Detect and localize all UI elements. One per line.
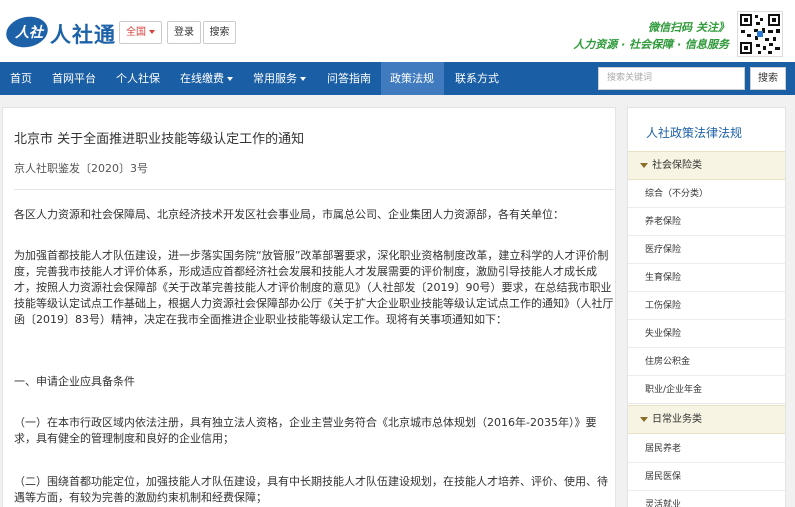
region-selector[interactable]: 全国 [119, 21, 162, 44]
sidebar-item-medical[interactable]: 医疗保险 [628, 236, 785, 264]
caret-down-icon [640, 163, 648, 168]
nav-label: 联系方式 [455, 72, 499, 85]
nav-label: 个人社保 [116, 72, 160, 85]
sidebar-title: 人社政策法律法规 [646, 126, 743, 140]
article-paragraph: 各区人力资源和社会保障局、北京经济技术开发区社会事业局，市属总公司、企业集团人力… [14, 208, 564, 221]
service-slogan: 人力资源 · 社会保障 · 信息服务 [573, 38, 729, 51]
article-paragraph: 为加强首都技能人才队伍建设，进一步落实国务院“放管服”改革部署要求，深化职业资格… [14, 249, 614, 326]
nav-label: 政策法规 [390, 72, 434, 85]
category-label: 日常业务类 [652, 414, 702, 425]
nav-item-qa-guide[interactable]: 问答指南 [327, 62, 371, 95]
sidebar-category-social-insurance[interactable]: 社会保险类 [628, 151, 785, 180]
site-logo[interactable]: 人社 人社通 [3, 12, 118, 52]
wechat-slogan: 微信扫码 关注》 [648, 21, 729, 34]
nav-item-personal-insurance[interactable]: 个人社保 [116, 62, 160, 95]
document-number: 京人社职鉴发〔2020〕3号 [14, 162, 148, 175]
policy-sidebar: 人社政策法律法规 社会保险类 综合（不分类） 养老保险 医疗保险 生育保险 工伤… [627, 107, 786, 507]
nav-label: 问答指南 [327, 72, 371, 85]
nav-item-common-services[interactable]: 常用服务 [253, 62, 306, 95]
sidebar-item-resident-medical[interactable]: 居民医保 [628, 463, 785, 491]
search-input[interactable]: 搜索关键词 [598, 67, 745, 90]
site-header: 人社 人社通 全国 登录 搜索 微信扫码 关注》 人力资源 · 社会保障 · 信… [0, 0, 795, 62]
nav-item-platform[interactable]: 首网平台 [52, 62, 96, 95]
qr-code-icon [737, 11, 783, 57]
article-title: 北京市 关于全面推进职业技能等级认定工作的通知 [14, 132, 305, 147]
sidebar-item-general[interactable]: 综合（不分类） [628, 180, 785, 208]
login-button[interactable]: 登录 [167, 21, 201, 44]
nav-label: 常用服务 [253, 72, 297, 85]
chevron-down-icon [300, 77, 306, 81]
nav-item-policies[interactable]: 政策法规 [381, 62, 444, 95]
nav-item-contact[interactable]: 联系方式 [455, 62, 499, 95]
qr-code-graphic [740, 14, 780, 54]
sidebar-item-annuity[interactable]: 职业/企业年金 [628, 376, 785, 404]
sidebar-item-injury[interactable]: 工伤保险 [628, 292, 785, 320]
sidebar-item-maternity[interactable]: 生育保险 [628, 264, 785, 292]
sidebar-item-flexible-employment[interactable]: 灵活就业 [628, 491, 785, 507]
sidebar-item-pension[interactable]: 养老保险 [628, 208, 785, 236]
sidebar-item-resident-pension[interactable]: 居民养老 [628, 435, 785, 463]
logo-mark-text: 人社 [15, 25, 43, 41]
logo-text: 人社通 [50, 23, 116, 47]
sidebar-item-housing-fund[interactable]: 住房公积金 [628, 348, 785, 376]
article-paragraph: （二）围绕首都功能定位，加强技能人才队伍建设，具有中长期技能人才队伍建设规划，在… [14, 475, 608, 504]
header-search-button[interactable]: 搜索 [203, 21, 236, 44]
sidebar-category-daily-business[interactable]: 日常业务类 [628, 405, 785, 434]
article-paragraph: （一）在本市行政区域内依法注册，具有独立法人资格，企业主营业务符合《北京城市总体… [14, 416, 597, 445]
region-label: 全国 [126, 27, 146, 38]
sidebar-item-unemployment[interactable]: 失业保险 [628, 320, 785, 348]
divider [14, 189, 614, 190]
nav-label: 首页 [10, 72, 32, 85]
nav-item-online-payment[interactable]: 在线缴费 [180, 62, 233, 95]
nav-label: 在线缴费 [180, 72, 224, 85]
nav-label: 首网平台 [52, 72, 96, 85]
article-panel: 北京市 关于全面推进职业技能等级认定工作的通知 京人社职鉴发〔2020〕3号 各… [2, 107, 616, 507]
caret-down-icon [640, 417, 648, 422]
category-label: 社会保险类 [652, 160, 702, 171]
search-button[interactable]: 搜索 [750, 67, 786, 90]
article-heading: 一、申请企业应具备条件 [14, 375, 135, 388]
chevron-down-icon [227, 77, 233, 81]
chevron-down-icon [149, 30, 155, 34]
nav-item-home[interactable]: 首页 [10, 62, 32, 95]
